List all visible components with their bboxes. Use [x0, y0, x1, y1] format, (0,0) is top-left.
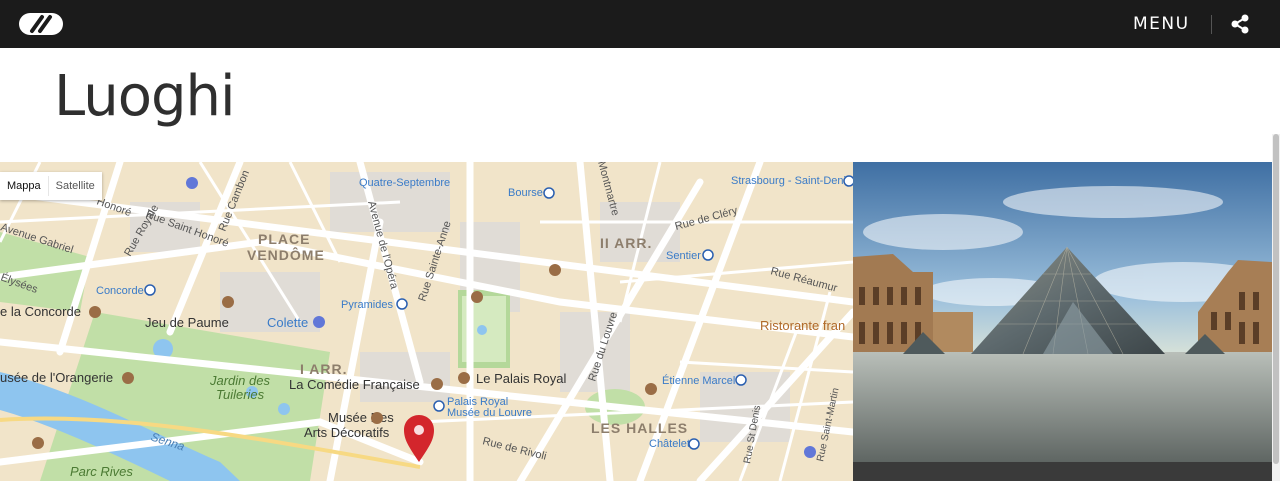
map-view[interactable]: Rue Royale Rue Cambon Rue Saint Honoré H… — [0, 162, 853, 481]
photo-caption-bar — [853, 462, 1272, 481]
page-title: Luoghi — [54, 64, 236, 129]
map-label-colette: Colette — [267, 315, 308, 330]
map-label-orangerie: usée de l'Orangerie — [0, 370, 113, 385]
map-type-control: Mappa Satellite — [0, 172, 102, 200]
map-label-jardin-2: Tuileries — [216, 387, 265, 402]
map-label-bourse: Bourse — [508, 187, 543, 199]
map-label-quatre-septembre: Quatre-Septembre — [359, 177, 450, 189]
map-label-le-palais-royal: Le Palais Royal — [476, 371, 566, 386]
map-label-parc-rives: Parc Rives — [70, 464, 133, 479]
map-label-ristorante: Ristorante fran — [760, 318, 845, 333]
map-label-jardin-1: Jardin des — [209, 373, 270, 388]
map-type-satellite-button[interactable]: Satellite — [49, 172, 102, 200]
map-label-place-vendome-1: PLACE — [258, 231, 310, 247]
menu-button[interactable]: MENU — [1133, 14, 1190, 34]
louvre-pyramid-photo — [853, 162, 1272, 462]
map-label-ii-arr: II ARR. — [600, 235, 652, 251]
map-label-musee-des-2: Arts Décoratifs — [304, 425, 390, 440]
header-divider — [1211, 15, 1212, 34]
top-navigation-bar: MENU — [0, 0, 1280, 48]
map-label-place-vendome-2: VENDÔME — [247, 246, 325, 263]
map-label-pyramides: Pyramides — [341, 299, 393, 311]
page-scrollbar[interactable] — [1272, 134, 1280, 481]
map-label-jeu-de-paume: Jeu de Paume — [145, 315, 229, 330]
map-canvas[interactable]: Rue Royale Rue Cambon Rue Saint Honoré H… — [0, 162, 853, 481]
map-label-musee-des-1: Musée Des — [328, 410, 394, 425]
chain-link-logo-icon[interactable] — [18, 9, 64, 39]
map-label-concorde: Concorde — [96, 285, 144, 297]
map-label-i-arr: I ARR. — [300, 361, 347, 377]
map-label-strasbourg: Strasbourg - Saint-Denis — [731, 175, 852, 187]
share-icon[interactable] — [1229, 13, 1251, 35]
scrollbar-thumb[interactable] — [1273, 134, 1279, 464]
map-label-palais-royal-2: Musée du Louvre — [447, 407, 532, 419]
map-label-comedie: La Comédie Française — [289, 377, 420, 392]
map-label-place-concorde: e la Concorde — [0, 304, 81, 319]
map-label-etienne-marcel: Étienne Marcel — [662, 374, 735, 387]
map-label-chatelet: Châtelet — [649, 438, 690, 450]
map-label-sentier: Sentier — [666, 250, 701, 262]
map-label-les-halles: LES HALLES — [591, 420, 688, 436]
map-type-map-button[interactable]: Mappa — [0, 172, 48, 200]
